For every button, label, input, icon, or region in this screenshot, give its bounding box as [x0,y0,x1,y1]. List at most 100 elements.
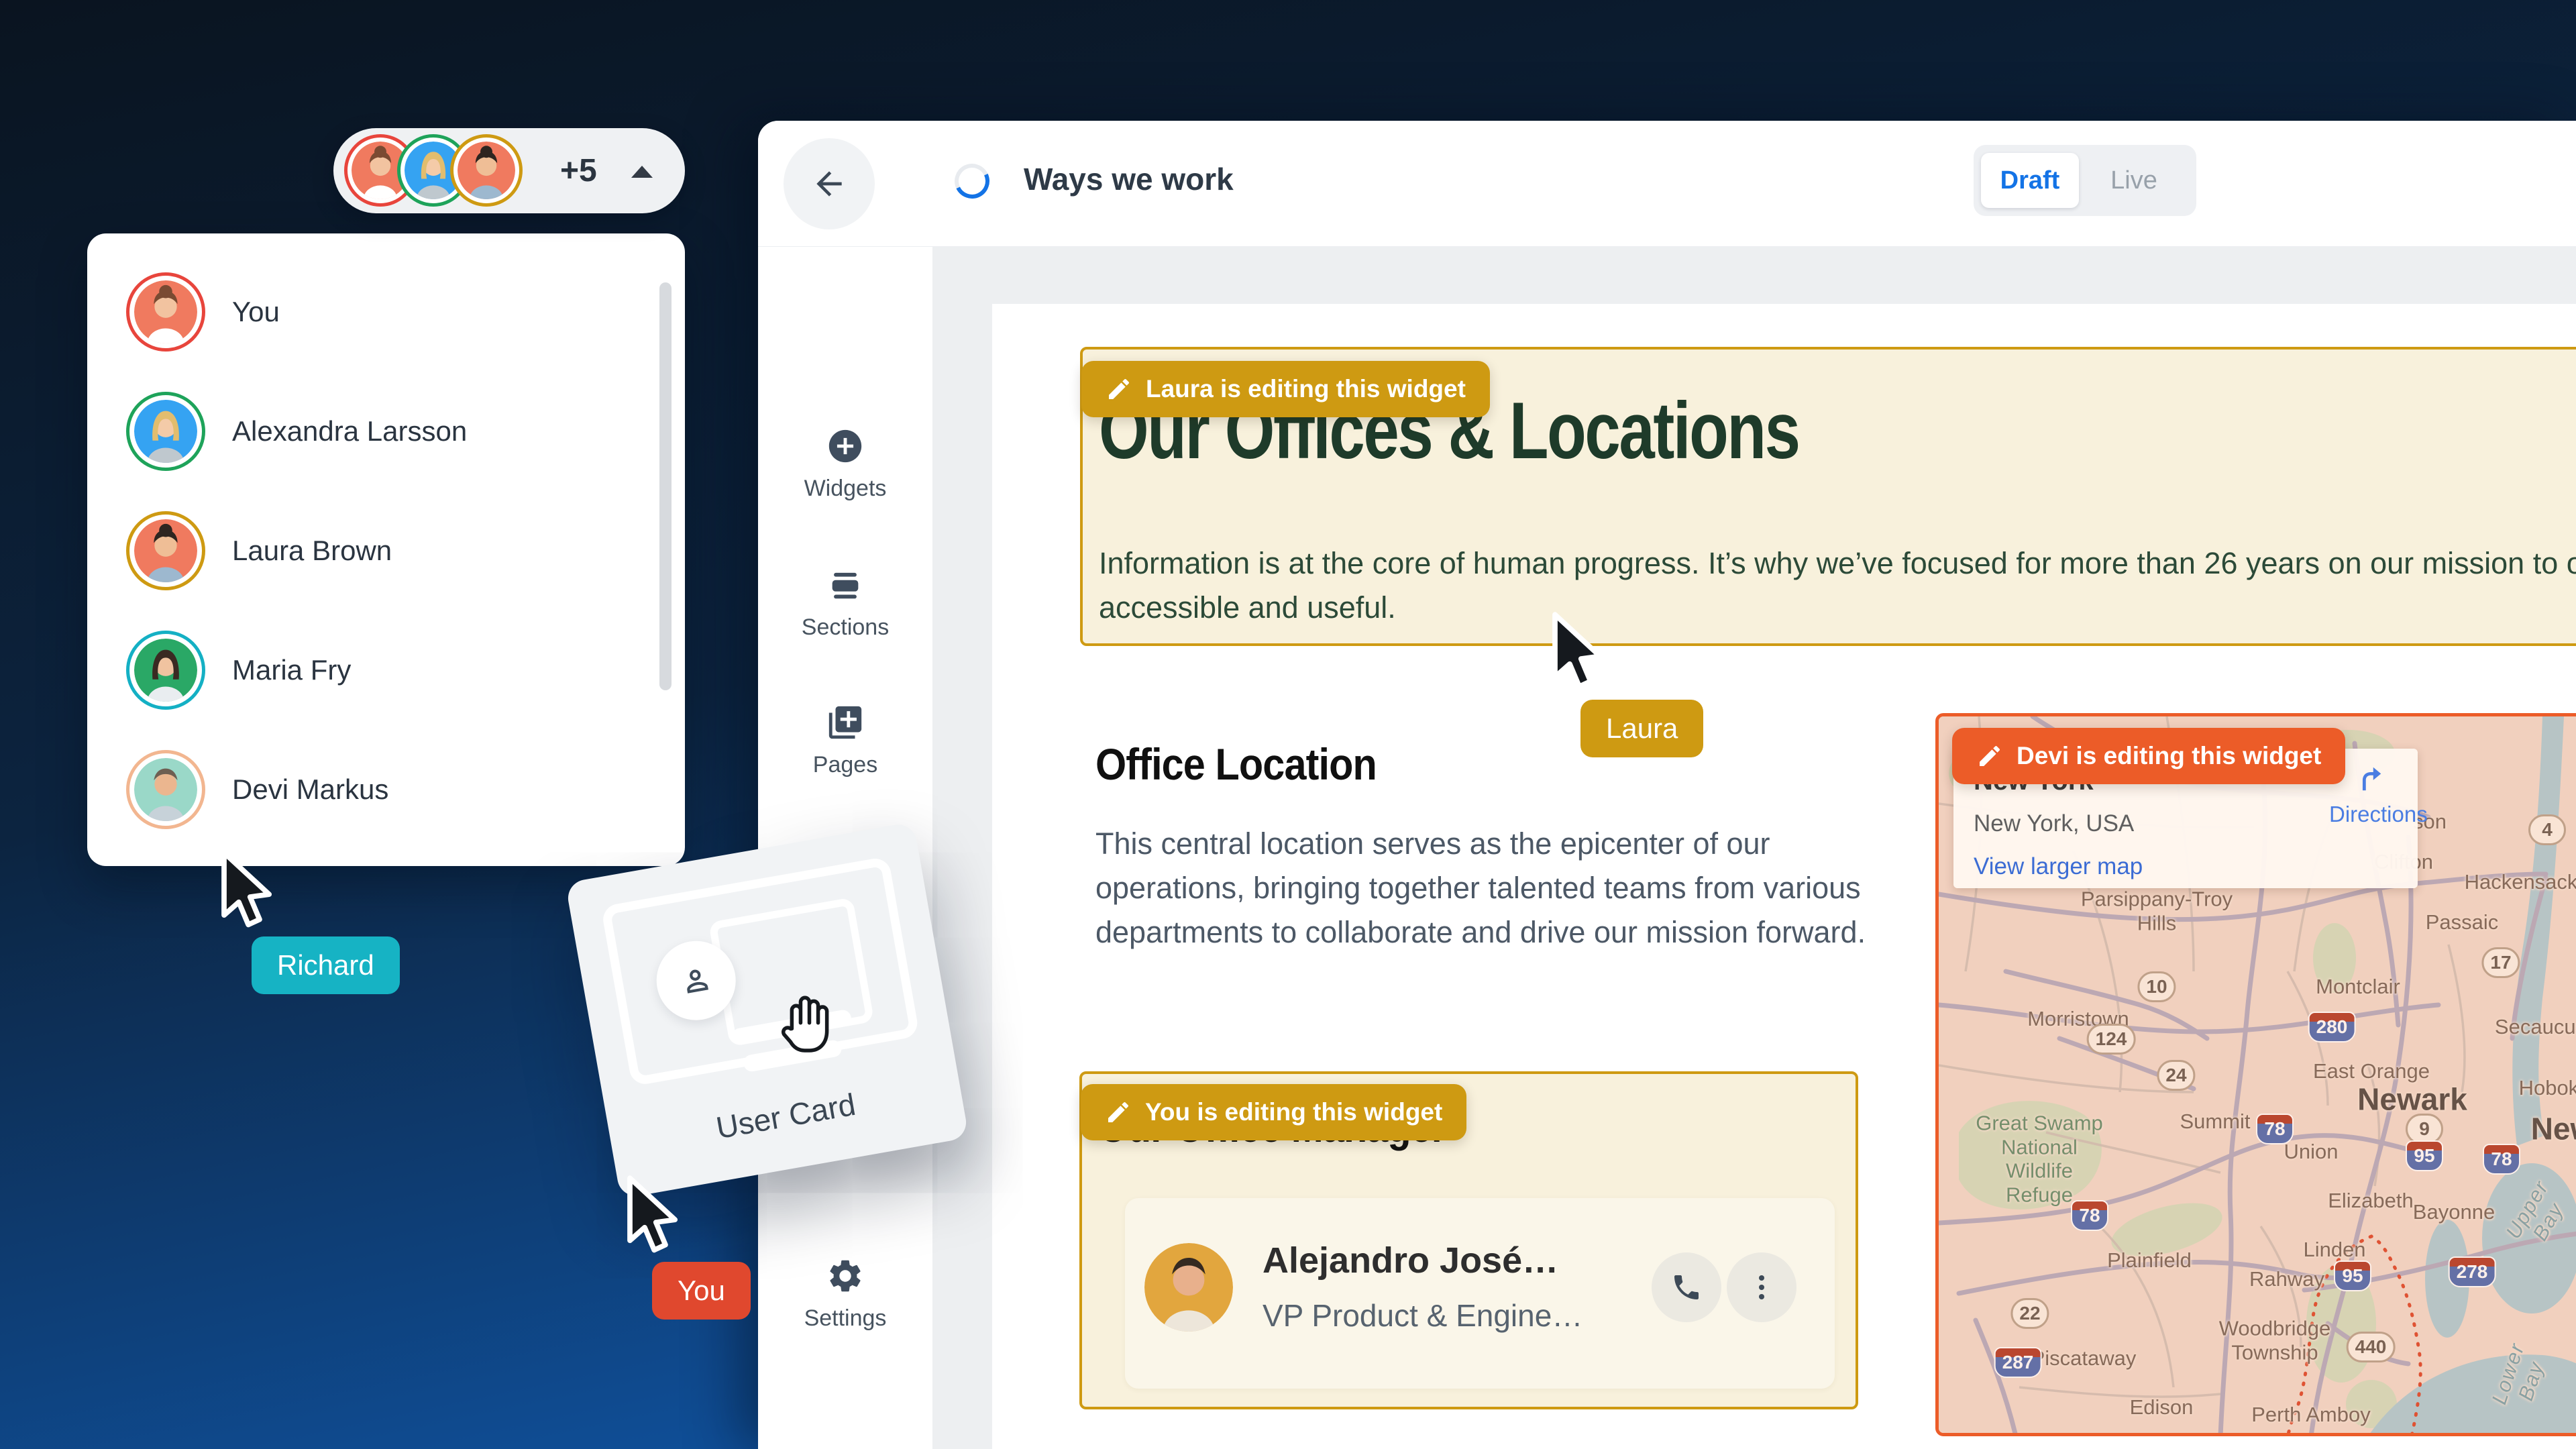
user-card[interactable]: Alejandro José… VP Product & Engine… [1125,1198,1835,1389]
map-label: Linden [2303,1238,2366,1262]
map-label: Woodbridge Township [2218,1316,2331,1364]
collaborator-name: Maria Fry [232,654,352,686]
route-shield: 95 [2334,1260,2371,1291]
map-label: Edison [2129,1395,2194,1419]
map-label: Piscataway [2031,1346,2137,1371]
map-label: Secaucus [2494,1015,2576,1039]
loading-spinner [949,158,995,204]
collaborator-name: You [232,296,280,327]
more-options-button[interactable] [1727,1252,1796,1322]
avatar [126,631,205,710]
gear-icon [830,1260,861,1292]
collaborator-row[interactable]: Devi Markus [87,730,685,849]
call-button[interactable] [1652,1252,1721,1322]
route-shield: 440 [2346,1332,2396,1362]
map-label: Elizabeth [2328,1189,2414,1213]
sections-icon [832,572,859,599]
collaborator-row[interactable]: Alexandra Larsson [87,372,685,491]
back-button[interactable] [784,138,875,229]
route-shield: 10 [2137,971,2176,1002]
editor-topbar: Ways we work Draft Live [758,121,2576,247]
map-label: Perth Amboy [2251,1403,2371,1427]
hero-paragraph: Information is at the core of human prog… [1099,546,2576,625]
sidebar-item-sections[interactable]: Sections [758,566,932,641]
cursor-you [616,1175,686,1261]
map-label: Parsippany-Troy Hills [2080,887,2233,934]
live-tab[interactable]: Live [2079,166,2189,195]
route-shield: 17 [2481,947,2520,978]
sidebar-item-widgets[interactable]: Widgets [758,427,932,502]
route-shield: 22 [2010,1298,2049,1329]
directions-icon [2362,767,2381,791]
route-shield: 78 [2256,1114,2294,1144]
map-label: Passaic [2425,910,2499,934]
scrollbar-thumb[interactable] [659,282,672,690]
avatar [126,750,205,829]
map-label: Hackensack [2464,870,2576,894]
cursor-richard [210,849,280,936]
avatar [450,134,523,207]
map-label: Lower Bay [2487,1340,2548,1407]
cursor-label-richard: Richard [252,936,400,994]
route-shield: 280 [2308,1012,2356,1042]
route-shield: 278 [2448,1256,2496,1287]
collaborator-dropdown: You Alexandra Larsson Laura Brown Maria … [87,233,685,866]
editing-badge-devi: Devi is editing this widget [1952,728,2346,784]
draft-live-toggle: Draft Live [1974,145,2196,216]
draft-tab[interactable]: Draft [1981,153,2079,208]
map-label: Rahway [2249,1267,2324,1291]
more-collaborators-count: +5 [560,153,597,189]
avatar [126,511,205,590]
route-shield: 287 [1994,1347,2042,1378]
sidebar-item-settings[interactable]: Settings [758,1256,932,1332]
person-icon [687,969,708,994]
route-shield: 78 [2483,1144,2520,1175]
map-label: Summit [2180,1110,2251,1134]
presence-pill[interactable]: +5 [333,128,685,213]
collaborator-row[interactable]: Laura Brown [87,491,685,610]
collaborator-name: Laura Brown [232,535,392,566]
map-label: Union [2284,1140,2339,1164]
chevron-up-icon[interactable] [631,166,653,178]
pencil-icon [1109,378,1130,399]
collaborator-row[interactable] [87,849,685,866]
editor-window: Ways we work Draft Live Widgets Sections… [758,121,2576,1449]
map-label: Montclair [2316,975,2400,999]
map-label: Great Swamp National Wildlife Refuge [1976,1111,2103,1207]
page-canvas: Laura is editing this widget Our Offices… [992,304,2576,1449]
office-manager-widget[interactable]: You is editing this widget Our Office Ma… [1079,1071,1858,1409]
office-location-title: Office Location [1095,739,1377,789]
collaborator-name: Alexandra Larsson [232,415,468,447]
user-card-drag-tile[interactable]: User Card [565,821,969,1199]
cursor-laura [1541,611,1611,698]
route-shield: 24 [2157,1060,2196,1091]
pencil-icon [1108,1102,1129,1122]
avatar [1144,1243,1233,1332]
phone-icon [1674,1275,1699,1299]
sidebar-item-pages[interactable]: Pages [758,703,932,778]
map-label: Hoboke [2518,1076,2576,1100]
avatar [126,272,205,352]
route-shield: 4 [2528,814,2566,845]
back-arrow-icon [816,171,842,197]
route-shield: 78 [2071,1200,2108,1231]
grab-hand-cursor [769,985,843,1062]
editing-badge-you: You is editing this widget [1081,1084,1467,1140]
collaborator-row[interactable]: You [87,252,685,372]
kebab-menu-icon [1759,1275,1764,1299]
collaborator-row[interactable]: Maria Fry [87,610,685,730]
map-label: East Orange [2312,1059,2430,1083]
cursor-label-you: You [652,1262,751,1320]
page-title: Ways we work [1024,162,1234,197]
map-label: New [2530,1111,2576,1146]
view-larger-map-link[interactable]: View larger map [1974,853,2143,880]
route-shield: 124 [2086,1024,2136,1055]
collaborator-name: Devi Markus [232,773,389,805]
map-widget[interactable]: sonCliftonHackensackPassaicParsippany-Tr… [1935,713,2576,1436]
pencil-icon [1980,745,2000,766]
office-location-paragraph: This central location serves as the epic… [1095,826,1866,949]
person-name: Alejandro José… [1263,1240,1559,1281]
hero-widget[interactable]: Laura is editing this widget Our Offices… [1080,347,2576,646]
map-label: Newark [2357,1081,2467,1117]
route-shield: 95 [2406,1140,2443,1171]
